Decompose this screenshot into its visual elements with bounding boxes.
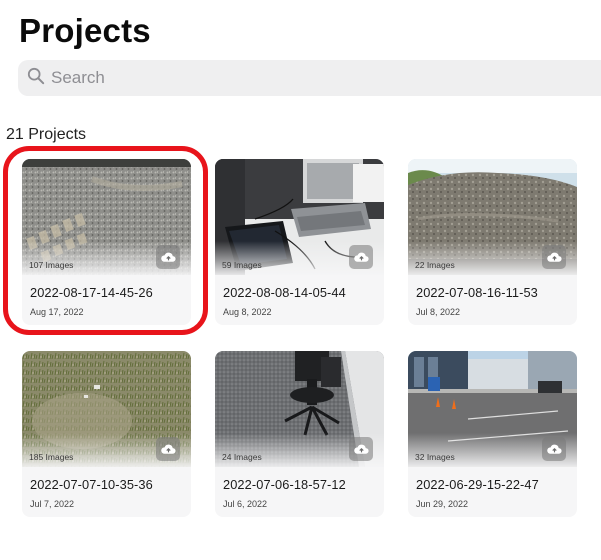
project-card[interactable]: 59 Images 2022-08-08-14-05-44 Aug 8, 202… xyxy=(215,159,384,325)
project-name: 2022-07-08-16-11-53 xyxy=(416,285,538,300)
cloud-upload-icon[interactable] xyxy=(542,245,566,269)
image-count: 59 Images xyxy=(222,260,262,270)
image-count: 24 Images xyxy=(222,452,262,462)
project-name: 2022-08-08-14-05-44 xyxy=(223,285,346,300)
image-count: 185 Images xyxy=(29,452,74,462)
project-date: Aug 8, 2022 xyxy=(223,307,272,317)
project-name: 2022-08-17-14-45-26 xyxy=(30,285,153,300)
cloud-upload-icon[interactable] xyxy=(156,437,180,461)
project-name: 2022-07-07-10-35-36 xyxy=(30,477,153,492)
project-date: Jul 6, 2022 xyxy=(223,499,268,509)
cloud-upload-icon[interactable] xyxy=(349,437,373,461)
projects-count: 21 Projects xyxy=(6,126,87,143)
project-card[interactable]: 32 Images 2022-06-29-15-22-47 Jun 29, 20… xyxy=(408,351,577,517)
project-name: 2022-07-06-18-57-12 xyxy=(223,477,346,492)
search-icon xyxy=(27,67,45,90)
image-count: 22 Images xyxy=(415,260,455,270)
project-date: Jul 8, 2022 xyxy=(416,307,461,317)
image-count: 107 Images xyxy=(29,260,74,270)
page-title: Projects xyxy=(19,12,151,49)
image-count: 32 Images xyxy=(415,452,455,462)
project-date: Jul 7, 2022 xyxy=(30,499,75,509)
search-bar[interactable] xyxy=(18,60,601,96)
project-date: Jun 29, 2022 xyxy=(416,499,469,509)
project-name: 2022-06-29-15-22-47 xyxy=(416,477,539,492)
project-card[interactable]: 185 Images 2022-07-07-10-35-36 Jul 7, 20… xyxy=(22,351,191,517)
project-card[interactable]: 22 Images 2022-07-08-16-11-53 Jul 8, 202… xyxy=(408,159,577,325)
cloud-upload-icon[interactable] xyxy=(349,245,373,269)
project-card[interactable]: 107 Images 2022-08-17-14-45-26 Aug 17, 2… xyxy=(22,159,191,325)
project-card[interactable]: 24 Images 2022-07-06-18-57-12 Jul 6, 202… xyxy=(215,351,384,517)
project-date: Aug 17, 2022 xyxy=(30,307,84,317)
cloud-upload-icon[interactable] xyxy=(156,245,180,269)
cloud-upload-icon[interactable] xyxy=(542,437,566,461)
search-input[interactable] xyxy=(51,68,551,88)
